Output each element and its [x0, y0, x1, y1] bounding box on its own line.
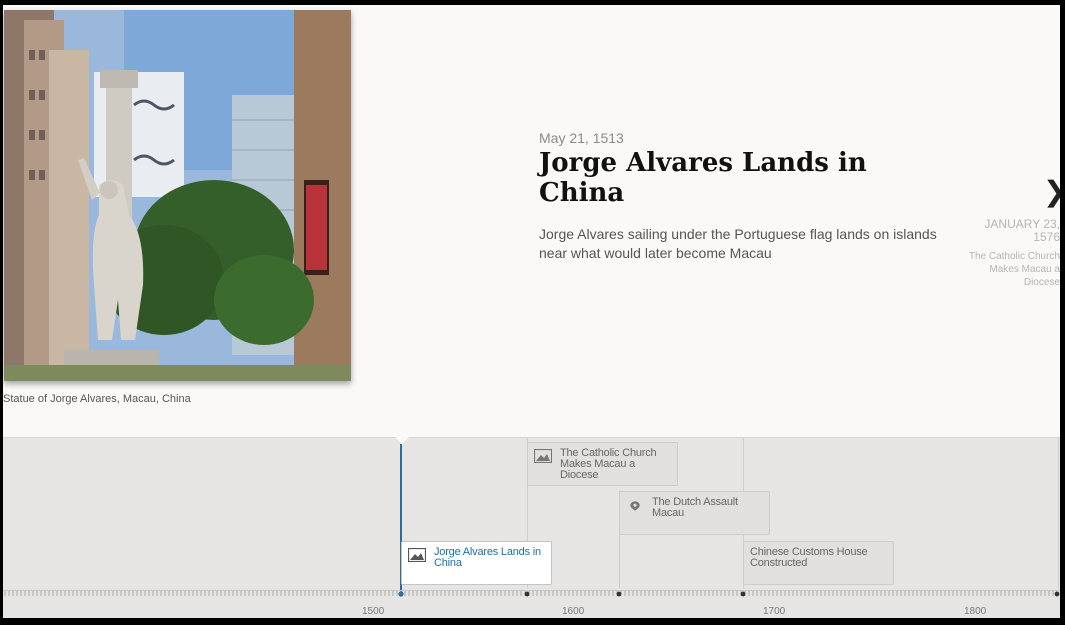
axis-label-1500: 1500 — [362, 606, 385, 617]
axis-label-1600: 1600 — [562, 606, 585, 617]
timeline-marker-catholic-church[interactable]: The Catholic Church Makes Macau a Dioces… — [527, 442, 678, 486]
marker-title: The Catholic Church Makes Macau a Dioces… — [560, 447, 657, 481]
next-slide-preview[interactable]: January 23, 1576 The Catholic Church Mak… — [963, 218, 1060, 289]
image-icon — [408, 548, 426, 562]
slide-headline: Jorge Alvares Lands in China — [539, 148, 867, 208]
current-slide: Statue of Jorge Alvares, Macau, China Ma… — [3, 5, 1060, 437]
timeline-marker-chinese-customs-house[interactable]: Chinese Customs House Constructed — [743, 541, 894, 585]
next-slide-arrow-icon[interactable]: ❯ — [1043, 175, 1060, 208]
slide-photo — [4, 10, 351, 381]
timeline-marker-jorge-alvares[interactable]: Jorge Alvares Lands in China — [401, 541, 552, 585]
marker-line — [1058, 438, 1059, 588]
axis-label-1700: 1700 — [763, 606, 786, 617]
slide-description: Jorge Alvares sailing under the Portugue… — [539, 226, 937, 261]
marker-title: Chinese Customs House Constructed — [750, 546, 868, 569]
map-pin-icon — [630, 501, 640, 511]
current-position-notch — [395, 437, 409, 444]
timeline-navigation[interactable]: The Catholic Church Makes Macau a Dioces… — [3, 437, 1060, 618]
photo-caption: Statue of Jorge Alvares, Macau, China — [3, 393, 191, 405]
axis-label-1800: 1800 — [964, 606, 987, 617]
timeline-marker-dutch-assault[interactable]: The Dutch Assault Macau — [619, 491, 770, 535]
timeline-widget: Statue of Jorge Alvares, Macau, China Ma… — [3, 5, 1060, 618]
marker-title: The Dutch Assault Macau — [652, 496, 738, 519]
next-slide-date: January 23, 1576 — [984, 218, 1060, 244]
slide-date: May 21, 1513 — [539, 130, 624, 146]
marker-title: Jorge Alvares Lands in China — [434, 546, 541, 569]
next-slide-title: The Catholic Church Makes Macau a Dioces… — [968, 251, 1060, 288]
timeline-axis — [3, 590, 1060, 600]
image-icon — [534, 449, 552, 463]
